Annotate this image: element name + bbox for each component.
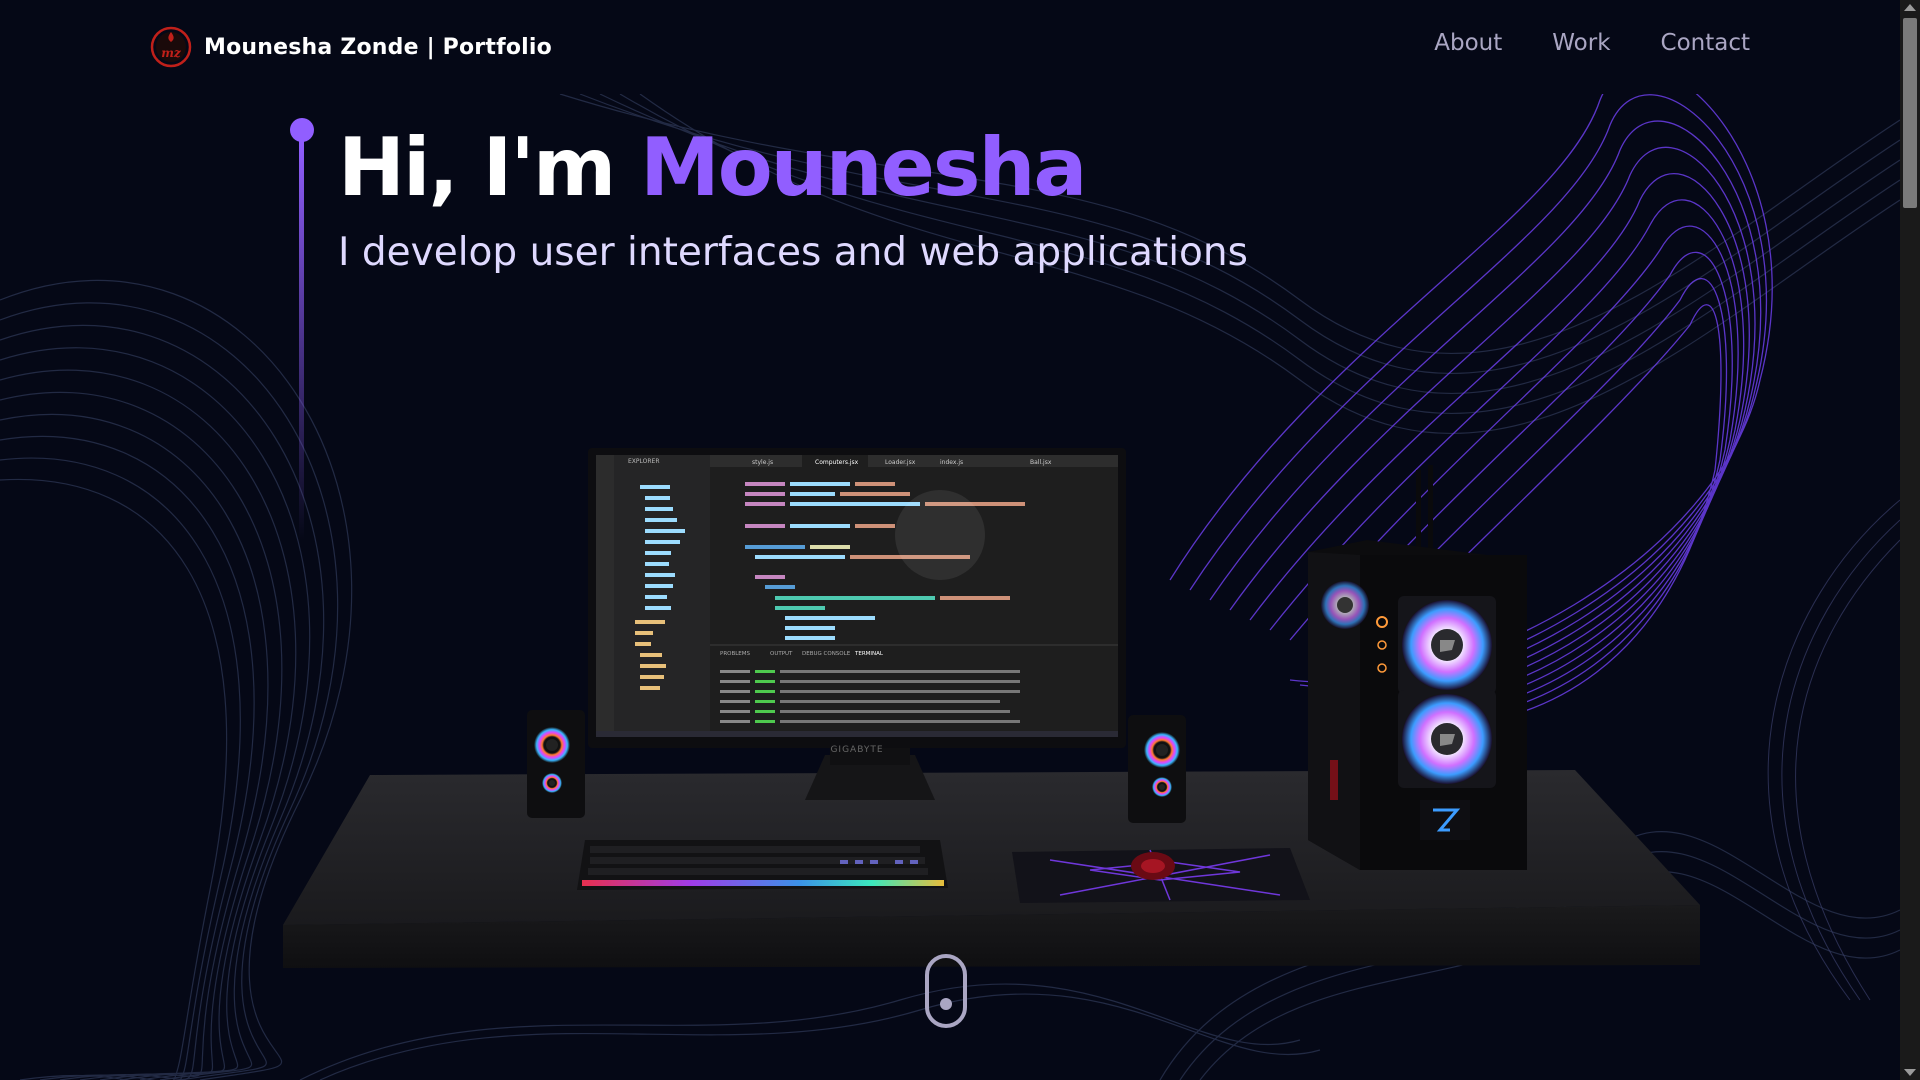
page-scrollbar[interactable] xyxy=(1900,0,1920,1080)
nav-link-contact[interactable]: Contact xyxy=(1661,30,1750,56)
scroll-up-arrow-icon[interactable] xyxy=(1904,4,1916,11)
navbar: mz Mounesha Zonde | Portfolio About Work… xyxy=(0,0,1900,94)
editor-tab: Loader.jsx xyxy=(885,459,916,466)
panel-tab-active: TERMINAL xyxy=(854,651,884,657)
nav-link-about[interactable]: About xyxy=(1434,30,1502,56)
nav-links: About Work Contact xyxy=(1434,30,1750,56)
logo-text: mz xyxy=(161,46,182,60)
panel-tab: PROBLEMS xyxy=(720,651,751,657)
editor-tab: index.js xyxy=(940,459,963,466)
pc-tower xyxy=(1308,465,1527,870)
monitor-brand: GIGABYTE xyxy=(830,745,883,755)
desktop-pc-scene[interactable]: EXPLORER style.js Computers.jsx Loader.j… xyxy=(0,0,1900,1080)
left-speaker xyxy=(527,710,585,818)
brand-name: Mounesha Zonde | Portfolio xyxy=(204,34,552,60)
right-speaker xyxy=(1128,715,1186,823)
keyboard xyxy=(577,840,948,890)
brand-link[interactable]: mz Mounesha Zonde | Portfolio xyxy=(150,26,552,68)
monitor: EXPLORER style.js Computers.jsx Loader.j… xyxy=(588,448,1126,800)
mousepad xyxy=(1012,848,1310,903)
logo-icon: mz xyxy=(150,26,192,68)
nav-link-work[interactable]: Work xyxy=(1552,30,1610,56)
panel-tab: OUTPUT xyxy=(770,651,793,657)
scroll-down-indicator[interactable] xyxy=(925,954,967,1028)
scroll-indicator-dot xyxy=(940,998,952,1010)
editor-tab: Ball.jsx xyxy=(1030,459,1052,466)
editor-tab: style.js xyxy=(752,459,773,466)
scroll-down-arrow-icon[interactable] xyxy=(1904,1069,1916,1076)
editor-tab-active: Computers.jsx xyxy=(815,459,859,466)
scroll-thumb[interactable] xyxy=(1903,18,1917,208)
editor-explorer-title: EXPLORER xyxy=(628,458,660,465)
panel-tab: DEBUG CONSOLE xyxy=(802,651,851,657)
